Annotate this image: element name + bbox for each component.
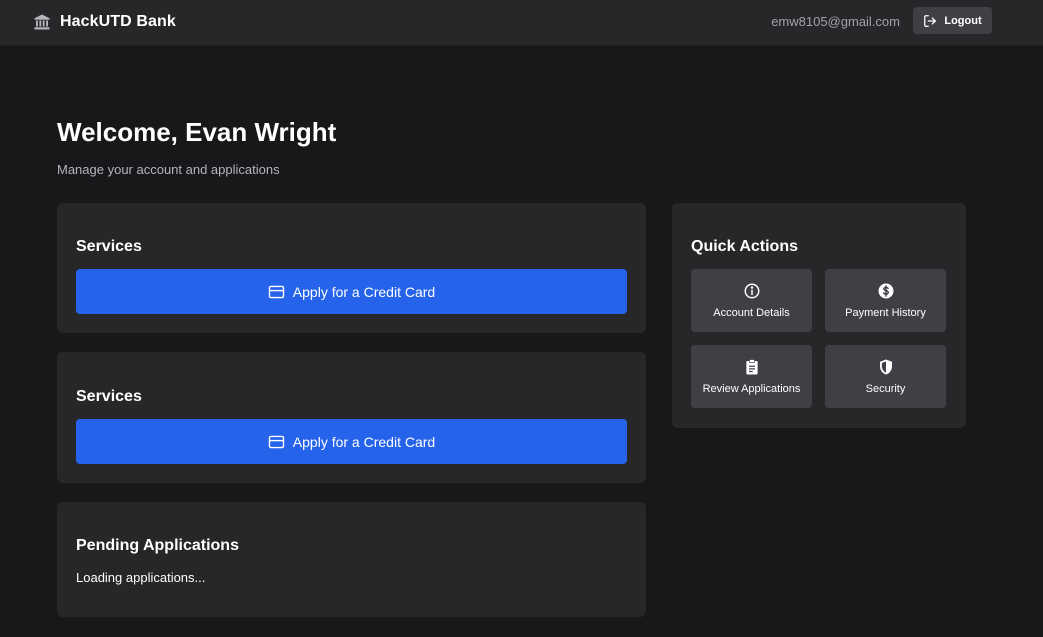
credit-card-icon <box>268 435 284 448</box>
brand-name: HackUTD Bank <box>60 13 176 30</box>
page-title: Welcome, Evan Wright <box>57 117 337 147</box>
apply-credit-card-label: Apply for a Credit Card <box>292 433 436 450</box>
logout-button[interactable]: Logout <box>913 7 992 34</box>
apply-credit-card-label: Apply for a Credit Card <box>292 283 436 300</box>
clipboard-icon <box>745 359 758 375</box>
logout-label: Logout <box>944 14 982 27</box>
brand[interactable]: HackUTD Bank <box>33 11 176 33</box>
quick-action-label: Security <box>865 383 906 395</box>
info-icon <box>744 283 759 299</box>
quick-action-label: Review Applications <box>702 383 801 395</box>
bank-icon <box>34 14 50 30</box>
top-navbar: HackUTD Bank emw8105@gmail.com Logout <box>0 0 1043 46</box>
apply-credit-card-button[interactable]: Apply for a Credit Card <box>76 419 627 464</box>
card-title: Quick Actions <box>691 238 798 255</box>
review-applications-button[interactable]: Review Applications <box>691 345 812 408</box>
services-card: Services Apply for a Credit Card <box>57 352 646 483</box>
payment-history-button[interactable]: Payment History <box>825 269 946 332</box>
quick-action-label: Payment History <box>845 307 926 319</box>
quick-actions-card: Quick Actions Account Details Payment Hi… <box>672 203 966 428</box>
page-subtitle: Manage your account and applications <box>57 162 280 177</box>
credit-card-icon <box>268 285 284 298</box>
shield-icon <box>879 359 892 375</box>
security-button[interactable]: Security <box>825 345 946 408</box>
card-title: Pending Applications <box>76 537 239 554</box>
loading-status: Loading applications... <box>76 570 206 585</box>
card-title: Services <box>76 238 142 255</box>
services-card: Services Apply for a Credit Card <box>57 203 646 333</box>
account-details-button[interactable]: Account Details <box>691 269 812 332</box>
pending-applications-card: Pending Applications Loading application… <box>57 502 646 617</box>
dollar-icon <box>878 283 893 299</box>
logout-icon <box>924 14 937 27</box>
apply-credit-card-button[interactable]: Apply for a Credit Card <box>76 269 627 314</box>
quick-action-label: Account Details <box>713 307 790 319</box>
user-email: emw8105@gmail.com <box>771 14 900 29</box>
card-title: Services <box>76 388 142 405</box>
